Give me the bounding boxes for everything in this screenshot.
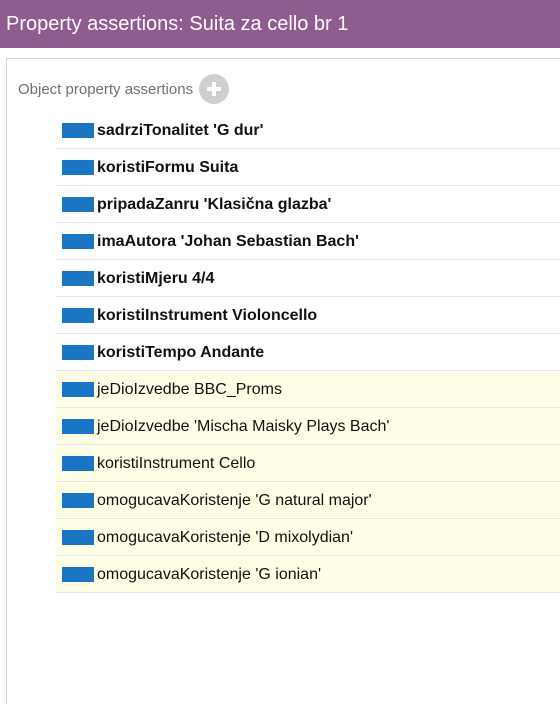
assertion-text: omogucavaKoristenje 'G natural major' <box>97 491 372 509</box>
assertion-text: pripadaZanru 'Klasična glazba' <box>97 195 332 213</box>
plus-icon <box>207 82 222 96</box>
object-property-icon <box>62 308 94 323</box>
assertion-list: sadrziTonalitet 'G dur' koristiFormu Suit… <box>56 112 560 593</box>
inferred-assertion-row[interactable]: koristiInstrument Cello <box>56 445 560 482</box>
asserted-assertion-row[interactable]: imaAutora 'Johan Sebastian Bach' <box>56 223 560 260</box>
assertion-text: imaAutora 'Johan Sebastian Bach' <box>97 232 359 250</box>
object-property-icon <box>62 271 94 286</box>
asserted-assertion-row[interactable]: koristiFormu Suita <box>56 149 560 186</box>
object-property-icon <box>62 123 94 138</box>
asserted-assertion-row[interactable]: sadrziTonalitet 'G dur' <box>56 112 560 149</box>
view-title: Property assertions: Suita za cello br 1 <box>0 0 560 48</box>
assertion-text: jeDioIzvedbe BBC_Proms <box>97 380 282 398</box>
inferred-assertion-row[interactable]: omogucavaKoristenje 'G natural major' <box>56 482 560 519</box>
inferred-assertion-row[interactable]: omogucavaKoristenje 'G ionian' <box>56 556 560 593</box>
object-property-icon <box>62 456 94 471</box>
assertion-text: koristiInstrument Cello <box>97 454 256 472</box>
asserted-assertion-row[interactable]: pripadaZanru 'Klasična glazba' <box>56 186 560 223</box>
inferred-assertion-row[interactable]: jeDioIzvedbe BBC_Proms <box>56 371 560 408</box>
object-property-icon <box>62 160 94 175</box>
asserted-assertion-row[interactable]: koristiMjeru 4/4 <box>56 260 560 297</box>
object-property-icon <box>62 530 94 545</box>
assertion-text: sadrziTonalitet 'G dur' <box>97 121 264 139</box>
assertion-text: koristiFormu Suita <box>97 158 239 176</box>
object-property-icon <box>62 419 94 434</box>
inferred-assertion-row[interactable]: omogucavaKoristenje 'D mixolydian' <box>56 519 560 556</box>
assertion-text: omogucavaKoristenje 'D mixolydian' <box>97 528 354 546</box>
object-property-icon <box>62 493 94 508</box>
assertion-text: koristiInstrument Violoncello <box>97 306 318 324</box>
object-property-icon <box>62 234 94 249</box>
asserted-assertion-row[interactable]: koristiInstrument Violoncello <box>56 297 560 334</box>
section-label: Object property assertions <box>18 80 194 98</box>
asserted-assertion-row[interactable]: koristiTempo Andante <box>56 334 560 371</box>
add-assertion-button[interactable] <box>199 74 230 104</box>
object-property-icon <box>62 567 94 582</box>
assertion-text: koristiMjeru 4/4 <box>97 269 215 287</box>
object-property-icon <box>62 345 94 360</box>
object-property-icon <box>62 382 94 397</box>
inferred-assertion-row[interactable]: jeDioIzvedbe 'Mischa Maisky Plays Bach' <box>56 408 560 445</box>
assertion-text: jeDioIzvedbe 'Mischa Maisky Plays Bach' <box>97 417 390 435</box>
assertion-text: omogucavaKoristenje 'G ionian' <box>97 565 322 583</box>
assertion-text: koristiTempo Andante <box>97 343 265 361</box>
object-property-icon <box>62 197 94 212</box>
object-property-assertions-header: Object property assertions <box>18 72 230 106</box>
